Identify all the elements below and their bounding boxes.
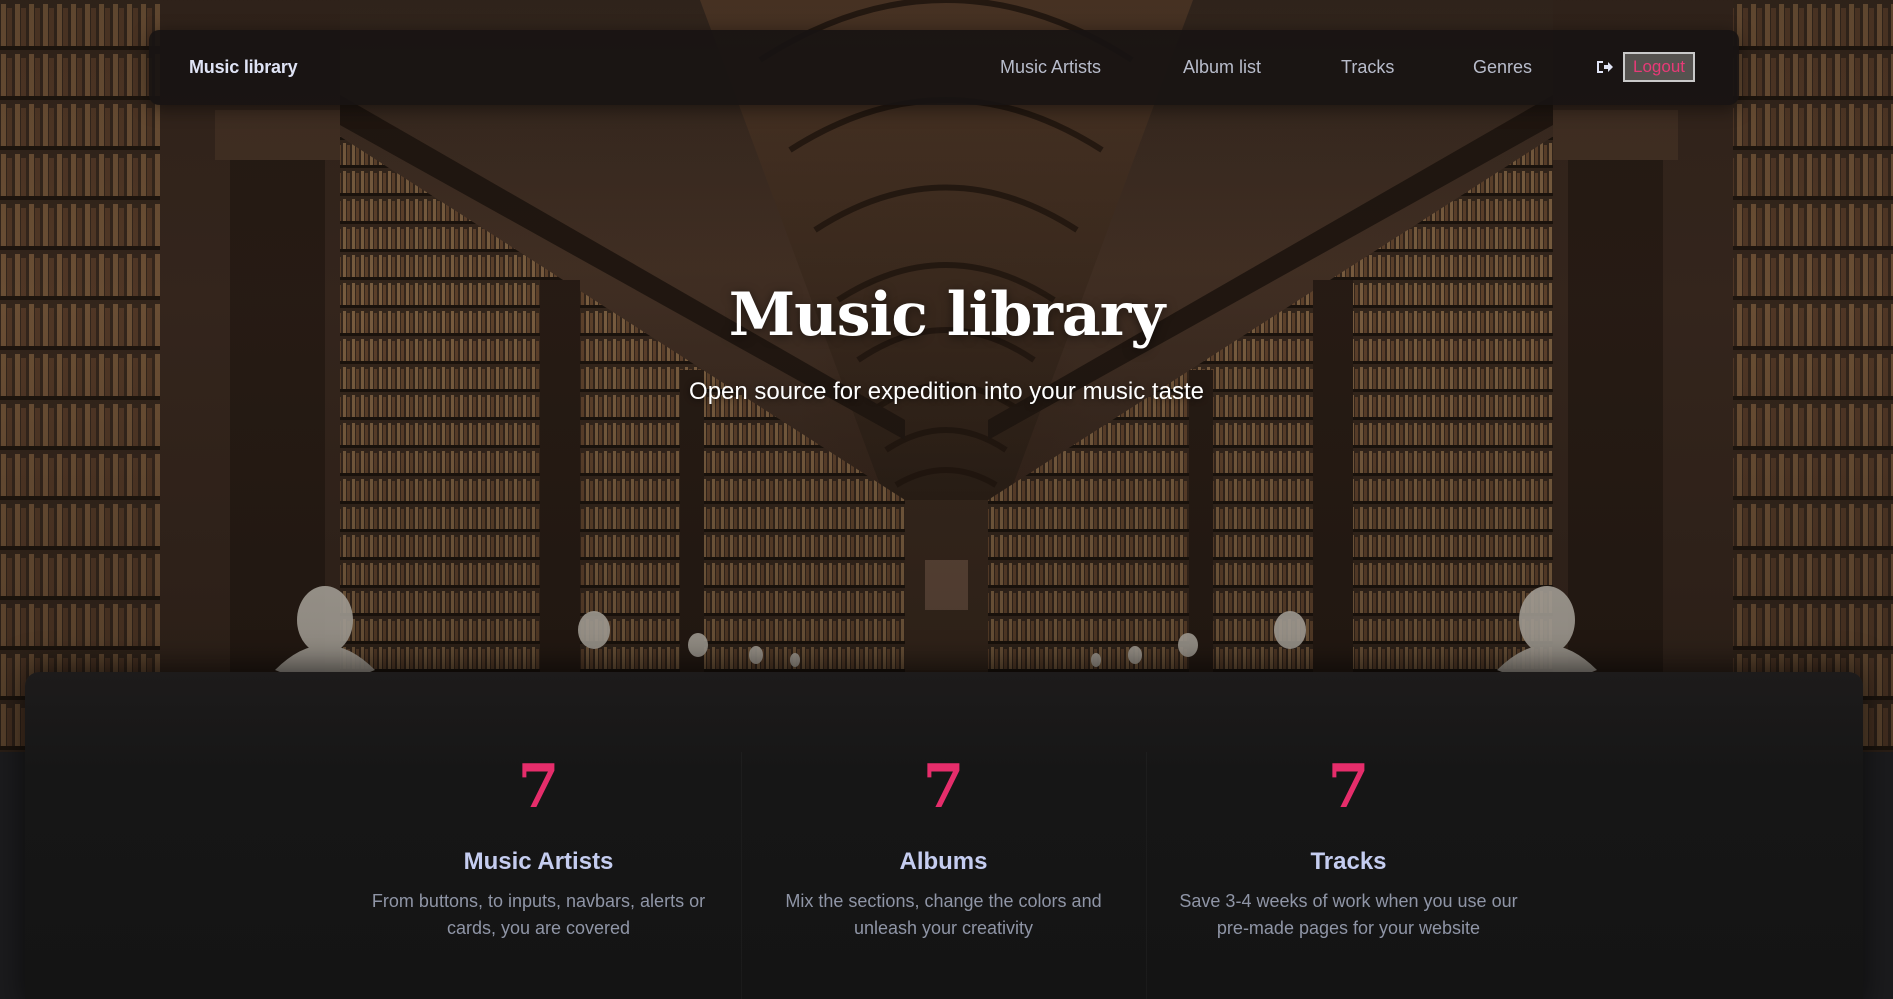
stat-card-albums: 7 Albums Mix the sections, change the co… xyxy=(741,672,1146,999)
hero-title: Music library xyxy=(728,280,1166,350)
hero-background-image xyxy=(0,0,1893,752)
stat-description: Save 3-4 weeks of work when you use our … xyxy=(1179,891,1518,938)
stat-title: Music Artists xyxy=(463,848,614,875)
stat-card-tracks: 7 Tracks Save 3-4 weeks of work when you… xyxy=(1146,672,1551,999)
nav-link-genres[interactable]: Genres xyxy=(1473,30,1532,105)
stat-title: Tracks xyxy=(1310,848,1387,875)
nav-link-music-artists[interactable]: Music Artists xyxy=(1000,30,1101,105)
nav-link-album-list[interactable]: Album list xyxy=(1183,30,1261,105)
page: Music library Music Artists Album list T… xyxy=(0,0,1893,999)
top-navbar: Music library Music Artists Album list T… xyxy=(149,30,1739,105)
sign-out-icon[interactable] xyxy=(1595,57,1615,77)
logout-group: Logout xyxy=(1595,49,1695,85)
stat-number: 7 xyxy=(1327,752,1370,822)
nav-link-tracks[interactable]: Tracks xyxy=(1341,30,1394,105)
stat-description: From buttons, to inputs, navbars, alerts… xyxy=(371,891,706,938)
stat-description: Mix the sections, change the colors and … xyxy=(785,891,1102,938)
hero-dark-overlay xyxy=(0,0,1893,752)
stat-card-music-artists: 7 Music Artists From buttons, to inputs,… xyxy=(336,672,741,999)
stat-number: 7 xyxy=(922,752,965,822)
stats-panel: 7 Music Artists From buttons, to inputs,… xyxy=(25,672,1863,999)
hero-subtitle: Open source for expedition into your mus… xyxy=(689,378,1204,405)
logout-button[interactable]: Logout xyxy=(1623,52,1695,82)
brand-link[interactable]: Music library xyxy=(189,30,298,105)
stat-title: Albums xyxy=(899,848,988,875)
stat-number: 7 xyxy=(517,752,560,822)
